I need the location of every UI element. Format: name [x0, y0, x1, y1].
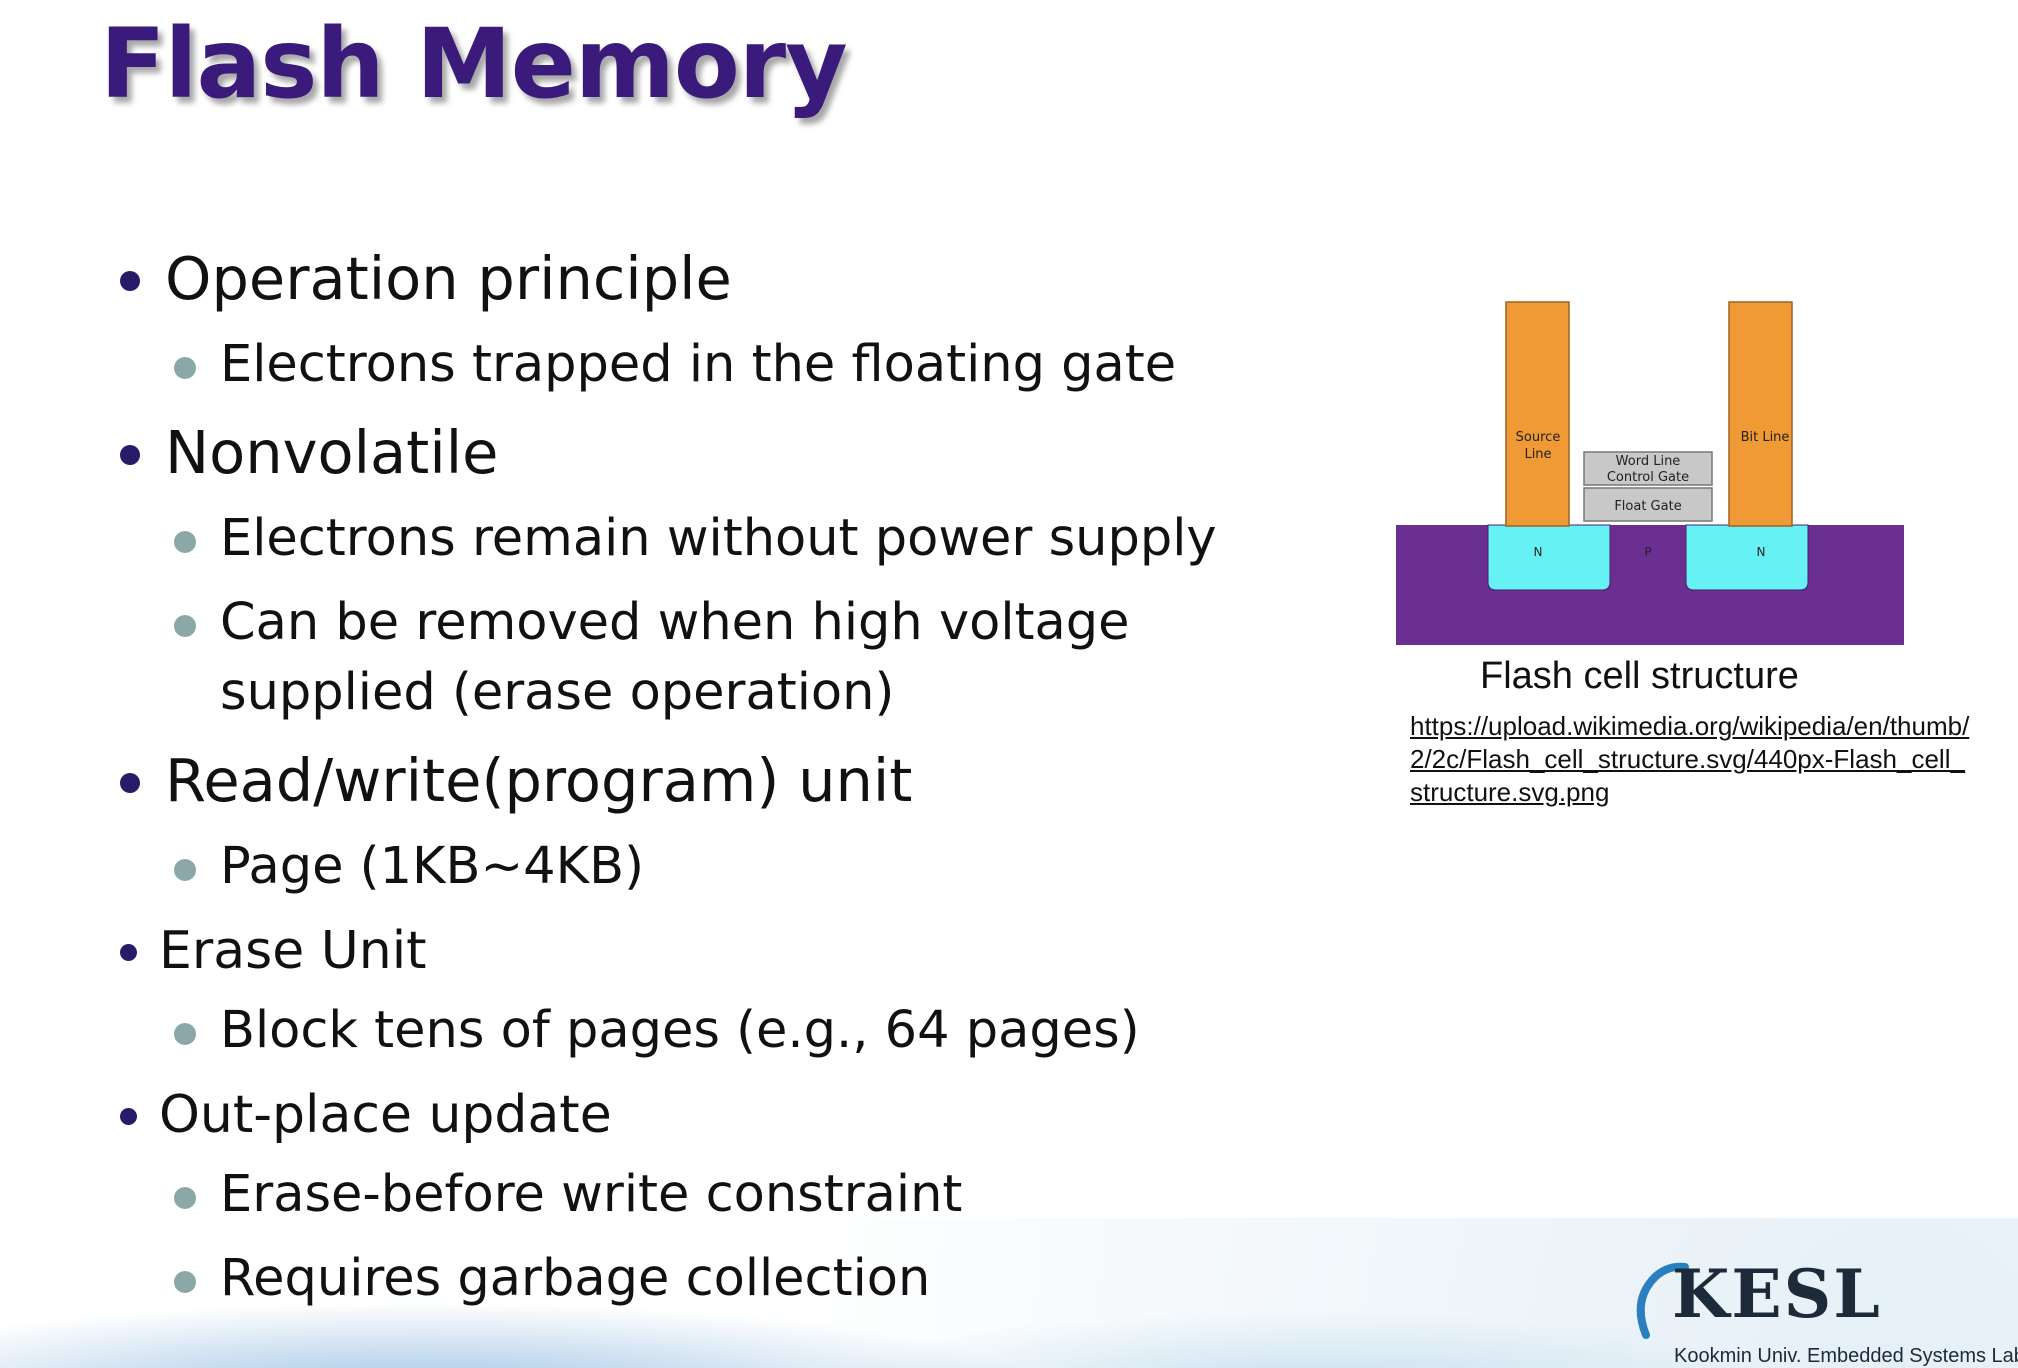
bit-line — [1728, 301, 1793, 527]
sub-bullet-text: Electrons remain without power supply — [220, 509, 1217, 568]
sub-bullet-text: Block tens of pages (e.g., 64 pages) — [220, 1001, 1140, 1060]
sub-bullet-dot — [174, 1023, 196, 1045]
bullet-dot — [120, 271, 140, 291]
sub-bullet-dot — [174, 531, 196, 553]
bullet-item: Operation principle — [118, 240, 1358, 318]
sub-bullet-dot — [174, 859, 196, 881]
sub-bullet-text: Erase-before write constraint — [220, 1165, 963, 1224]
bullet-dot — [120, 773, 140, 793]
n-right-label: N — [1757, 545, 1766, 559]
substrate — [1396, 525, 1904, 645]
bullet-dot — [120, 445, 140, 465]
bullet-item: Out-place update — [118, 1080, 1358, 1150]
logo-subtitle: Kookmin Univ. Embedded Systems Lab — [1674, 1345, 2018, 1367]
kesl-logo: KESL Kookmin Univ. Embedded Systems Lab — [1630, 1255, 2018, 1368]
bullet-item: Erase Unit — [118, 916, 1358, 986]
bullet-text: Read/write(program) unit — [165, 746, 913, 815]
sub-bullet-item: Can be removed when high voltage supplie… — [118, 588, 1358, 728]
bullet-item: Read/write(program) unit — [118, 742, 1358, 820]
source-line-label-1: Source — [1516, 430, 1561, 445]
sub-bullet-text: Electrons trapped in the floating gate — [220, 335, 1177, 394]
bullet-text: Operation principle — [165, 244, 732, 313]
bullet-dot — [120, 944, 137, 961]
n-region-right — [1685, 524, 1809, 591]
bit-line-label: Bit Line — [1741, 430, 1790, 445]
sub-bullet-dot — [174, 1271, 196, 1293]
sub-bullet-item: Page (1KB~4KB) — [118, 832, 1358, 902]
sub-bullet-dot — [174, 615, 196, 637]
sub-bullet-text: Can be removed when high voltage supplie… — [220, 593, 1130, 722]
sub-bullet-text: Requires garbage collection — [220, 1249, 931, 1308]
sub-bullet-item: Electrons trapped in the floating gate — [118, 330, 1358, 400]
sub-bullet-item: Electrons remain without power supply — [118, 504, 1358, 574]
logo-name: KESL — [1672, 1255, 1882, 1333]
sub-bullet-dot — [174, 1187, 196, 1209]
bullet-dot — [120, 1108, 137, 1125]
flash-cell-diagram: Source Line Bit Line Word Line Control G… — [1395, 300, 1905, 650]
n-left-label: N — [1534, 545, 1543, 559]
n-region-left — [1487, 524, 1611, 591]
bullet-text: Erase Unit — [159, 921, 427, 981]
bullet-text: Out-place update — [159, 1085, 612, 1145]
sub-bullet-dot — [174, 357, 196, 379]
float-gate-label: Float Gate — [1614, 499, 1681, 514]
bullet-list: Operation principle Electrons trapped in… — [118, 240, 1358, 1328]
control-gate-label: Control Gate — [1607, 470, 1689, 485]
sub-bullet-item: Erase-before write constraint — [118, 1160, 1358, 1230]
p-label: P — [1644, 545, 1651, 559]
sub-bullet-item: Requires garbage collection — [118, 1244, 1358, 1314]
slide-title: Flash Memory — [100, 8, 848, 120]
source-line-label-2: Line — [1524, 447, 1551, 462]
source-line — [1505, 301, 1570, 527]
word-line-label: Word Line — [1616, 454, 1681, 469]
sub-bullet-item: Block tens of pages (e.g., 64 pages) — [118, 996, 1358, 1066]
figure-caption: Flash cell structure — [1480, 655, 1799, 697]
bullet-item: Nonvolatile — [118, 414, 1358, 492]
figure-source-link[interactable]: https://upload.wikimedia.org/wikipedia/e… — [1410, 710, 1970, 809]
bullet-text: Nonvolatile — [165, 418, 499, 487]
sub-bullet-text: Page (1KB~4KB) — [220, 837, 644, 896]
